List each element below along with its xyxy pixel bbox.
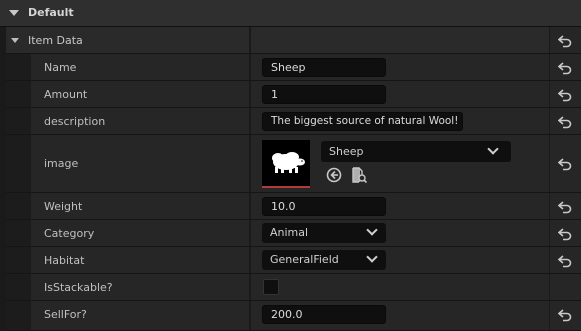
property-row-category: Category Animal — [0, 220, 581, 247]
reset-to-default-icon[interactable] — [558, 227, 572, 241]
reset-to-default-icon[interactable] — [558, 34, 572, 48]
category-label: Category — [44, 227, 95, 240]
browse-asset-icon[interactable] — [351, 167, 367, 183]
details-panel: Default Item Data Name Sheep Amount 1 de… — [0, 0, 581, 331]
weight-label: Weight — [44, 200, 83, 213]
property-row-is-stackable: IsStackable? — [0, 274, 581, 301]
property-row-habitat: Habitat GeneralField — [0, 247, 581, 274]
chevron-down-icon — [366, 251, 378, 263]
is-stackable-checkbox[interactable] — [263, 279, 279, 295]
is-stackable-label: IsStackable? — [44, 281, 113, 294]
group-label: Item Data — [28, 34, 83, 47]
column-divider[interactable] — [249, 27, 251, 53]
name-label: Name — [44, 61, 77, 74]
amount-label: Amount — [44, 88, 88, 101]
chevron-down-icon — [487, 143, 499, 155]
sell-for-input[interactable]: 200.0 — [262, 305, 386, 324]
reset-cell — [549, 27, 581, 53]
asset-thumbnail[interactable] — [262, 140, 310, 188]
property-row-sell-for: SellFor? 200.0 — [0, 301, 581, 331]
amount-input[interactable]: 1 — [262, 85, 386, 104]
reset-to-default-icon[interactable] — [558, 157, 572, 171]
group-row-item-data[interactable]: Item Data — [0, 27, 581, 54]
asset-name: Sheep — [329, 145, 364, 158]
sheep-icon — [272, 152, 305, 173]
asset-picker-dropdown[interactable]: Sheep — [321, 141, 511, 162]
reset-to-default-icon[interactable] — [558, 61, 572, 75]
expand-arrow-icon[interactable] — [9, 10, 19, 16]
use-selected-asset-icon[interactable] — [326, 167, 342, 183]
image-label: image — [44, 157, 79, 170]
sell-for-label: SellFor? — [44, 308, 87, 321]
category-dropdown[interactable]: Animal — [262, 223, 386, 243]
name-input[interactable]: Sheep — [262, 58, 386, 77]
habitat-label: Habitat — [44, 254, 85, 267]
chevron-down-icon — [366, 224, 378, 236]
reset-to-default-icon[interactable] — [558, 88, 572, 102]
property-row-amount: Amount 1 — [0, 81, 581, 108]
property-row-name: Name Sheep — [0, 54, 581, 81]
reset-to-default-icon[interactable] — [558, 115, 572, 129]
description-input[interactable]: The biggest source of natural Wool! — [262, 112, 463, 131]
weight-input[interactable]: 10.0 — [262, 197, 386, 216]
category-value: Animal — [270, 226, 309, 239]
habitat-value: GeneralField — [270, 253, 339, 266]
reset-to-default-icon[interactable] — [558, 254, 572, 268]
indent-guide — [0, 27, 6, 331]
property-row-weight: Weight 10.0 — [0, 193, 581, 220]
reset-to-default-icon[interactable] — [558, 200, 572, 214]
description-label: description — [44, 115, 106, 128]
reset-to-default-icon[interactable] — [558, 308, 572, 322]
property-row-description: description The biggest source of natura… — [0, 108, 581, 135]
category-title: Default — [28, 6, 74, 19]
habitat-dropdown[interactable]: GeneralField — [262, 250, 386, 270]
expand-arrow-icon[interactable] — [11, 38, 19, 43]
category-header-default[interactable]: Default — [0, 0, 581, 27]
